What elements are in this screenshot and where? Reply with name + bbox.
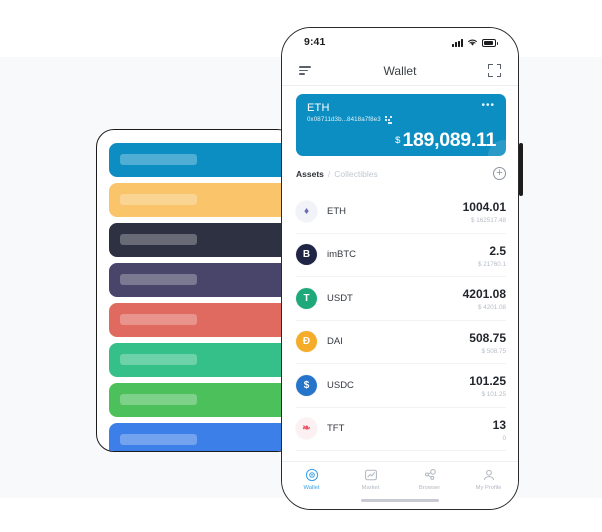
phone-side-button[interactable] <box>519 143 523 196</box>
asset-symbol: DAI <box>327 336 343 348</box>
tab-label: Wallet <box>303 485 320 491</box>
tab-label: Browser <box>418 485 441 491</box>
tab-market[interactable]: Market <box>341 468 400 491</box>
asset-values: 4201.08 $ 4201.08 <box>463 285 506 311</box>
tab-browser[interactable]: Browser <box>400 468 459 491</box>
profile-icon <box>482 468 496 482</box>
token-card-bch[interactable]: B <box>109 383 294 417</box>
asset-fiat-value: 0 <box>502 434 506 442</box>
eth-coin-icon: ♦ <box>296 200 317 222</box>
imbtc-coin-icon: B <box>296 244 317 266</box>
more-dots-icon[interactable]: ••• <box>481 101 495 111</box>
status-bar: 9:41 <box>282 28 518 56</box>
asset-values: 508.75 $ 508.75 <box>469 329 506 355</box>
tab-wallet[interactable]: Wallet <box>282 468 341 491</box>
scan-icon[interactable] <box>488 64 501 77</box>
tab-collectibles[interactable]: Collectibles <box>334 169 377 179</box>
usdc-coin-icon: $ <box>296 374 317 396</box>
status-time: 9:41 <box>304 36 326 48</box>
wallet-navbar: Wallet <box>282 56 518 86</box>
asset-fiat-value: $ 162517.48 <box>470 217 506 225</box>
asset-amount: 4201.08 <box>462 287 506 302</box>
tab-assets[interactable]: Assets <box>296 169 324 179</box>
home-indicator <box>361 498 439 502</box>
usdt-coin-icon: T <box>296 287 317 309</box>
placeholder-bar <box>120 194 197 205</box>
token-card-atom[interactable]: ⚛ <box>109 223 294 257</box>
asset-amount: 101.25 <box>469 374 506 389</box>
placeholder-bar <box>120 354 197 365</box>
tab-label: My Profile <box>475 485 502 491</box>
asset-row[interactable]: BimBTC 2.5 $ 21760.1 <box>296 234 506 277</box>
asset-amount: 2.5 <box>489 243 506 258</box>
asset-values: 2.5 $ 21760.1 <box>478 242 506 268</box>
market-icon <box>364 468 378 482</box>
asset-fiat-value: $ 21760.1 <box>477 260 506 268</box>
asset-values: 13 0 <box>493 416 506 442</box>
placeholder-bar <box>120 394 197 405</box>
asset-fiat-value: $ 4201.08 <box>477 304 506 312</box>
asset-symbol: imBTC <box>327 249 357 261</box>
asset-symbol: USDC <box>327 379 354 391</box>
eth-balance-card[interactable]: ETH 0x08711d3b...8418a7f8e3 ••• $ 189,08… <box>296 94 506 156</box>
wallet-address-row[interactable]: 0x08711d3b...8418a7f8e3 <box>307 116 495 124</box>
screenshot-stage: ◆B⚛△▷NBL 9:41 Wallet ETH <box>0 0 602 532</box>
balance-card-symbol: ETH <box>307 102 330 114</box>
dai-coin-icon: Đ <box>296 331 317 353</box>
phone-mockup: 9:41 Wallet ETH 0x08711d3b...8418a7f8e3 <box>281 27 519 510</box>
placeholder-bar <box>120 234 197 245</box>
wifi-icon <box>468 39 477 46</box>
add-token-button[interactable]: + <box>493 167 506 180</box>
asset-symbol: TFT <box>327 423 345 435</box>
token-card-eos[interactable]: △ <box>109 263 294 297</box>
token-card-ltc[interactable]: L <box>109 423 294 451</box>
asset-row[interactable]: T USDT 4201.08 $ 4201.08 <box>296 277 506 321</box>
signal-bars-icon <box>452 38 463 47</box>
asset-row[interactable]: $ USDC 101.25 $ 101.25 <box>296 364 506 408</box>
asset-row[interactable]: ❧ TFT 13 0 <box>296 408 506 451</box>
balance-amount: 189,089.11 <box>402 128 496 151</box>
asset-amount: 1004.01 <box>462 200 506 215</box>
asset-symbol: ETH <box>327 205 346 217</box>
asset-amount: 13 <box>492 417 506 432</box>
token-card-btc[interactable]: B <box>109 183 294 217</box>
status-icon-group <box>452 38 498 47</box>
page-title: Wallet <box>383 63 417 78</box>
asset-section-tabs: Assets / Collectibles + <box>296 167 506 180</box>
token-card-list: ◆B⚛△▷NBL <box>109 143 294 451</box>
asset-symbol: USDT <box>327 292 353 304</box>
asset-list: ♦ ETH 1004.01 $ 162517.48 BimBTC 2.5 $ 21760.1… <box>296 190 506 451</box>
placeholder-bar <box>120 274 197 285</box>
tft-coin-icon: ❧ <box>296 418 317 440</box>
wallet-icon <box>305 468 319 482</box>
tab-label: Market <box>361 485 380 491</box>
wallet-address: 0x08711d3b...8418a7f8e3 <box>307 116 381 124</box>
token-card-stack-panel: ◆B⚛△▷NBL <box>96 129 295 452</box>
battery-icon <box>482 39 498 47</box>
asset-values: 101.25 $ 101.25 <box>469 372 506 398</box>
balance-amount-group: $ 189,089.11 <box>395 128 496 151</box>
tab-separator: / <box>327 168 331 179</box>
browser-icon <box>423 468 437 482</box>
asset-values: 1004.01 $ 162517.48 <box>463 198 506 224</box>
asset-row[interactable]: ♦ ETH 1004.01 $ 162517.48 <box>296 190 506 234</box>
token-card-neo[interactable]: N <box>109 343 294 377</box>
tab-my-profile[interactable]: My Profile <box>459 468 518 491</box>
token-card-trx[interactable]: ▷ <box>109 303 294 337</box>
asset-fiat-value: $ 101.25 <box>481 391 506 399</box>
placeholder-bar <box>120 434 197 445</box>
placeholder-bar <box>120 314 197 325</box>
menu-icon[interactable] <box>299 65 311 76</box>
placeholder-bar <box>120 154 197 165</box>
asset-fiat-value: $ 508.75 <box>481 347 506 355</box>
asset-amount: 508.75 <box>469 330 506 345</box>
token-card-eth[interactable]: ◆ <box>109 143 294 177</box>
qr-code-icon[interactable] <box>384 116 393 124</box>
balance-currency: $ <box>395 134 401 146</box>
asset-row[interactable]: Đ DAI 508.75 $ 508.75 <box>296 321 506 364</box>
